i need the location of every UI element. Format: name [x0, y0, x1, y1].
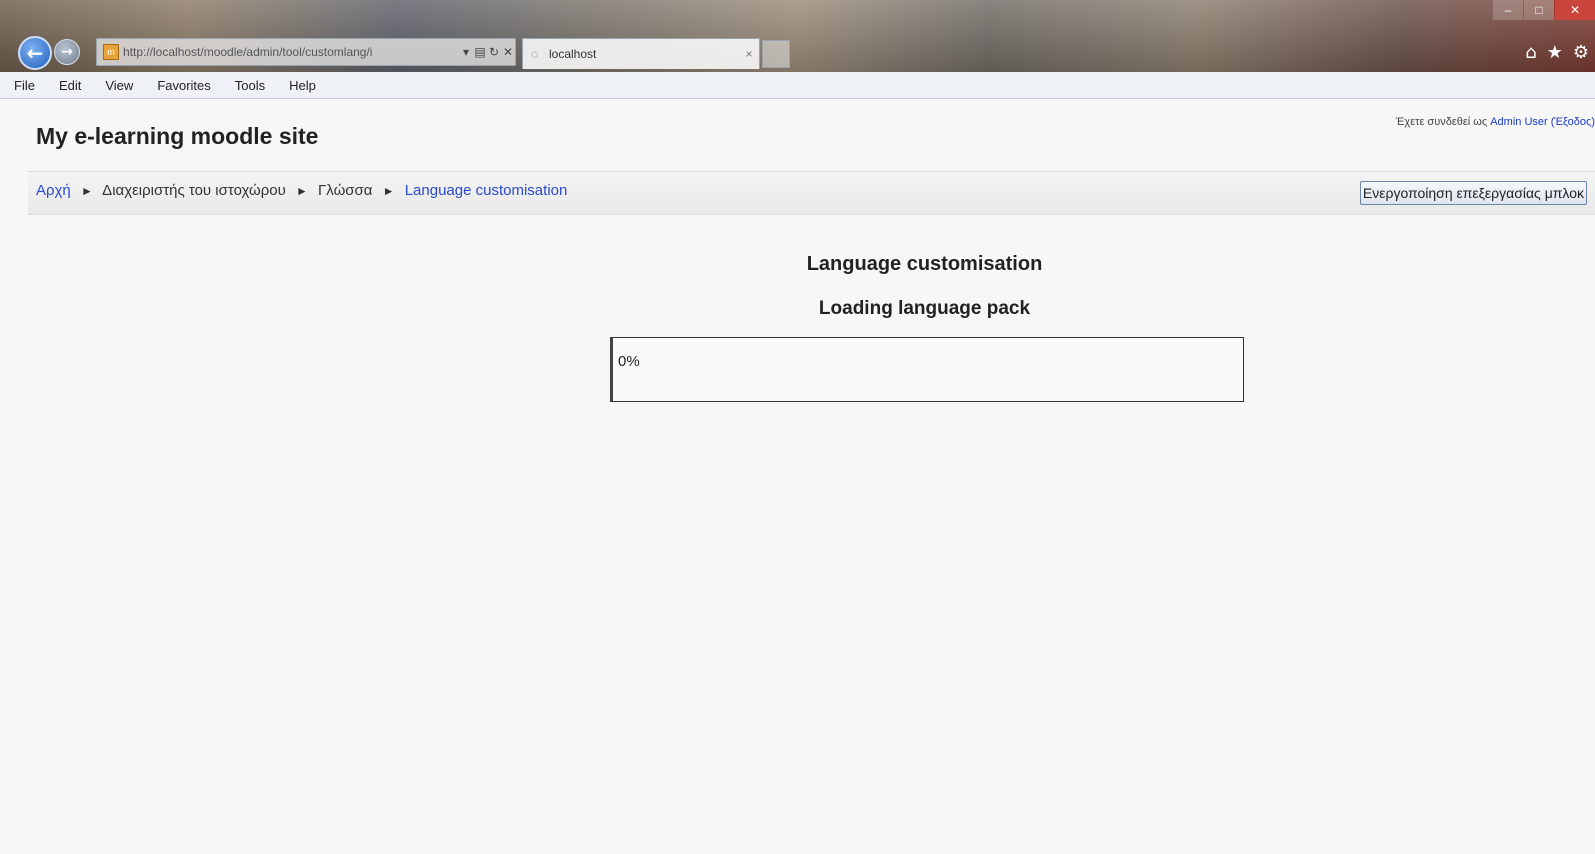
tab-title: localhost [549, 47, 597, 61]
progress-bar: 0% [610, 337, 1244, 402]
breadcrumb-separator-icon: ► [295, 184, 308, 198]
logout-link[interactable]: (Έξοδος) [1551, 116, 1595, 128]
login-prefix: Έχετε συνδεθεί ως [1395, 116, 1488, 128]
maximize-icon[interactable]: □ [1523, 0, 1554, 20]
address-url[interactable]: http://localhost/moodle/admin/tool/custo… [123, 45, 459, 59]
back-arrow-icon: ← [26, 41, 44, 65]
breadcrumb-home[interactable]: Αρχή [36, 182, 71, 199]
navbar: Αρχή ► Διαχειριστής του ιστοχώρου ► Γλώσ… [28, 171, 1595, 215]
tab-close-icon[interactable]: × [739, 47, 759, 61]
menu-favorites[interactable]: Favorites [151, 78, 216, 93]
settings-gear-icon[interactable]: ⚙ [1573, 42, 1589, 63]
favorites-star-icon[interactable]: ★ [1547, 42, 1563, 63]
breadcrumb-site-admin[interactable]: Διαχειριστής του ιστοχώρου [102, 182, 286, 199]
forward-button[interactable]: → [54, 39, 80, 65]
minimize-icon[interactable]: – [1492, 0, 1523, 20]
new-tab-button[interactable] [762, 40, 790, 68]
login-info: Έχετε συνδεθεί ως Admin User (Έξοδος) [1396, 116, 1595, 128]
progress-text: 0% [618, 353, 640, 370]
window-controls: – □ ✕ [1492, 0, 1595, 20]
breadcrumb-language[interactable]: Γλώσσα [318, 182, 372, 199]
site-title: My e-learning moodle site [36, 123, 319, 149]
menu-bar: File Edit View Favorites Tools Help [0, 72, 1595, 99]
menu-file[interactable]: File [8, 78, 41, 93]
forward-arrow-icon: → [61, 44, 73, 60]
loading-heading: Loading language pack [818, 298, 1031, 319]
loading-spinner-icon: ◌ [531, 47, 539, 61]
menu-help[interactable]: Help [283, 78, 322, 93]
address-bar[interactable]: m http://localhost/moodle/admin/tool/cus… [96, 38, 516, 66]
user-profile-link[interactable]: Admin User [1490, 116, 1547, 128]
close-window-icon[interactable]: ✕ [1554, 0, 1595, 20]
browser-tab[interactable]: ◌ localhost × [522, 38, 760, 69]
menu-view[interactable]: View [99, 78, 139, 93]
breadcrumb: Αρχή ► Διαχειριστής του ιστοχώρου ► Γλώσ… [36, 182, 567, 199]
breadcrumb-language-customisation[interactable]: Language customisation [405, 182, 568, 199]
back-button[interactable]: ← [18, 36, 52, 70]
breadcrumb-separator-icon: ► [382, 184, 395, 198]
menu-tools[interactable]: Tools [229, 78, 271, 93]
browser-toolbar-icons: ⌂ ★ ⚙ [1525, 42, 1589, 63]
menu-edit[interactable]: Edit [53, 78, 87, 93]
browser-chrome: ← → m http://localhost/moodle/admin/tool… [0, 0, 1595, 72]
turn-editing-on-button[interactable]: Ενεργοποίηση επεξεργασίας μπλοκ [1359, 181, 1587, 205]
home-icon[interactable]: ⌂ [1525, 42, 1536, 63]
dropdown-icon[interactable]: ▾ [459, 45, 473, 59]
page-heading: Language customisation [806, 253, 1043, 275]
breadcrumb-separator-icon: ► [80, 184, 93, 198]
refresh-icon[interactable]: ↻ [487, 45, 501, 59]
site-favicon-icon: m [103, 44, 119, 60]
compatibility-icon[interactable]: ▤ [473, 45, 487, 59]
stop-icon[interactable]: ✕ [501, 45, 515, 59]
